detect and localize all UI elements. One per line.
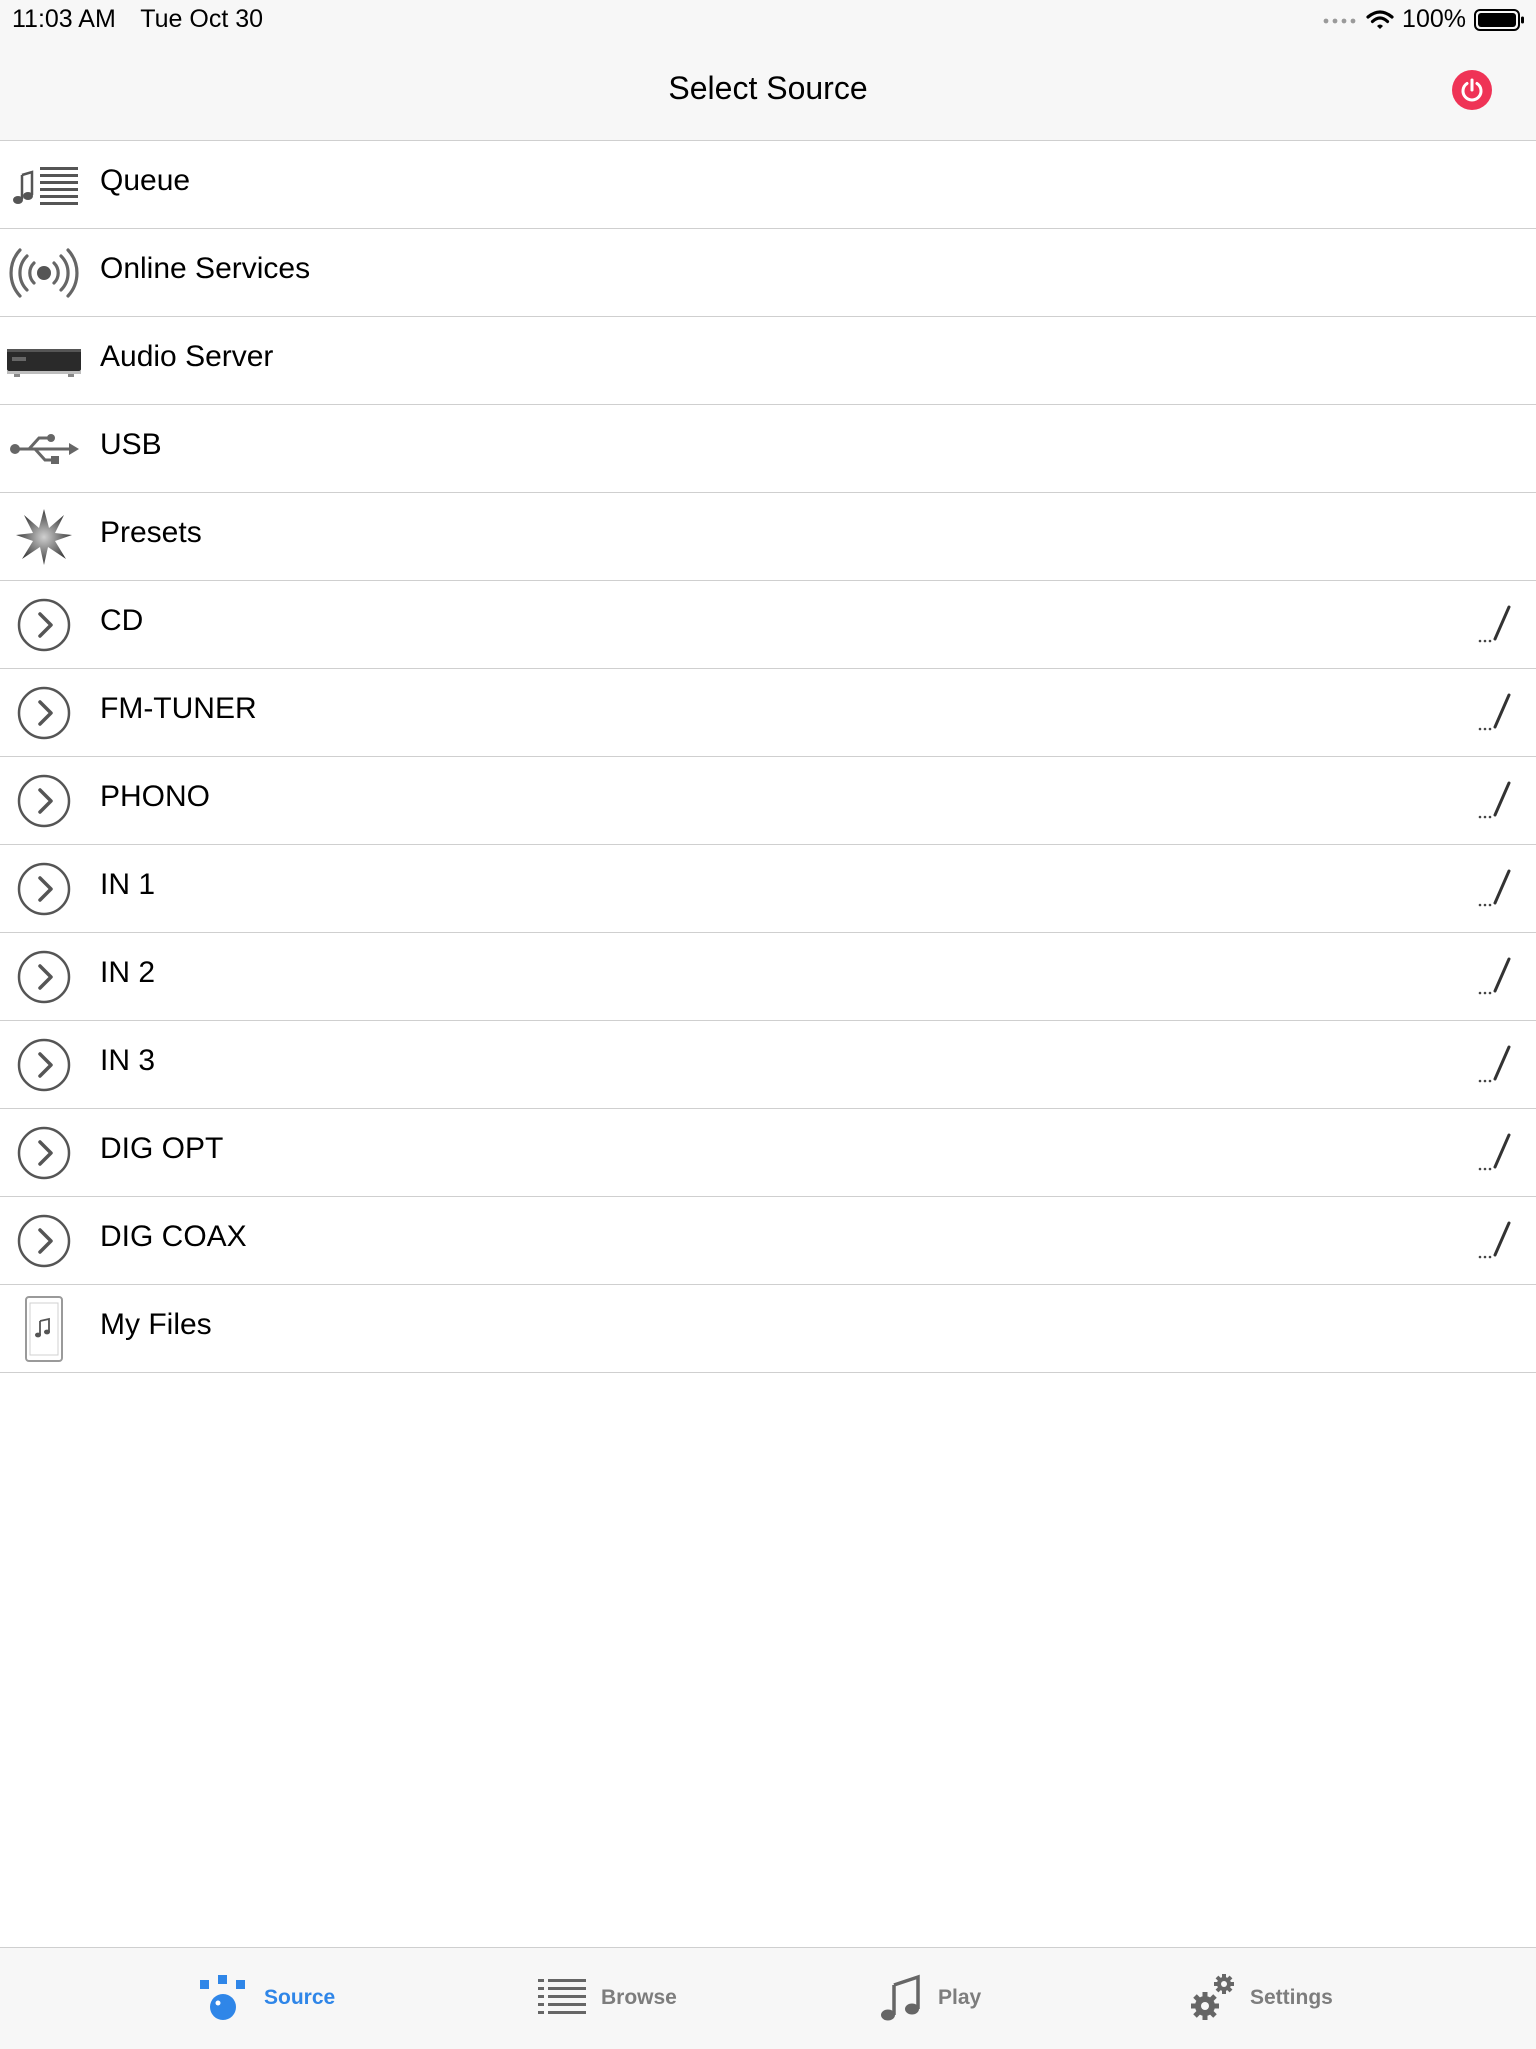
chevron-right-circle-icon — [6, 669, 82, 756]
source-label-usb: USB — [100, 428, 162, 461]
source-row-in-2[interactable]: IN 2 — [0, 933, 1536, 1021]
tab-label-browse: Browse — [601, 1986, 677, 2009]
source-label-cd: CD — [100, 604, 144, 637]
source-icon — [200, 1975, 245, 2020]
source-label-online-services: Online Services — [100, 252, 311, 285]
wifi-icon — [1366, 9, 1394, 29]
status-right: 100% — [1322, 5, 1526, 34]
source-row-dig-opt[interactable]: DIG OPT — [0, 1109, 1536, 1197]
status-time: 11:03 AM — [12, 5, 116, 33]
source-label-phono: PHONO — [100, 780, 211, 813]
source-label-dig-opt: DIG OPT — [100, 1132, 224, 1165]
source-list: Queue Online Services Audio Server USB P… — [0, 141, 1536, 1373]
tab-play[interactable]: Play — [880, 1970, 981, 2026]
nav-bar: Select Source — [0, 40, 1536, 141]
source-label-in-1: IN 1 — [100, 868, 156, 901]
power-icon — [1461, 78, 1483, 102]
source-label-in-2: IN 2 — [100, 956, 156, 989]
chevron-right-circle-icon — [6, 581, 82, 668]
source-label-in-3: IN 3 — [100, 1044, 156, 1077]
chevron-right-circle-icon — [6, 1109, 82, 1196]
tab-bar: Source Browse Play Settings — [0, 1947, 1536, 2049]
chevron-right-circle-icon — [6, 757, 82, 844]
music-note-icon — [881, 1974, 920, 2021]
edit-pencil-icon[interactable] — [1470, 775, 1516, 821]
tab-label-play: Play — [938, 1986, 982, 2009]
browse-list-icon — [538, 1979, 586, 2014]
source-row-cd[interactable]: CD — [0, 581, 1536, 669]
audio-server-icon — [6, 317, 82, 404]
star-burst-icon — [6, 493, 82, 580]
edit-pencil-icon[interactable] — [1470, 1215, 1516, 1261]
source-label-dig-coax: DIG COAX — [100, 1220, 247, 1253]
source-row-usb[interactable]: USB — [0, 405, 1536, 493]
signal-dots-icon — [1323, 18, 1356, 23]
tab-source[interactable]: Source — [198, 1970, 335, 2026]
source-label-fm-tuner: FM-TUNER — [100, 692, 257, 725]
status-bar: 11:03 AM Tue Oct 30 100% — [0, 0, 1536, 40]
queue-icon — [6, 141, 82, 228]
edit-pencil-icon[interactable] — [1470, 951, 1516, 997]
my-files-icon — [6, 1285, 82, 1372]
source-label-my-files: My Files — [100, 1308, 212, 1341]
source-row-my-files[interactable]: My Files — [0, 1285, 1536, 1373]
chevron-right-circle-icon — [6, 1197, 82, 1284]
source-row-fm-tuner[interactable]: FM-TUNER — [0, 669, 1536, 757]
source-label-audio-server: Audio Server — [100, 340, 274, 373]
edit-pencil-icon[interactable] — [1470, 687, 1516, 733]
source-row-in-3[interactable]: IN 3 — [0, 1021, 1536, 1109]
edit-pencil-icon[interactable] — [1470, 863, 1516, 909]
chevron-right-circle-icon — [6, 933, 82, 1020]
tab-settings[interactable]: Settings — [1188, 1970, 1333, 2026]
tab-browse[interactable]: Browse — [537, 1970, 677, 2026]
edit-pencil-icon[interactable] — [1470, 1039, 1516, 1085]
source-row-dig-coax[interactable]: DIG COAX — [0, 1197, 1536, 1285]
usb-icon — [6, 405, 82, 492]
status-left: 11:03 AM Tue Oct 30 — [12, 5, 281, 34]
source-row-phono[interactable]: PHONO — [0, 757, 1536, 845]
status-date: Tue Oct 30 — [140, 5, 264, 33]
broadcast-icon — [6, 229, 82, 316]
source-row-audio-server[interactable]: Audio Server — [0, 317, 1536, 405]
battery-icon — [1474, 8, 1524, 31]
source-row-presets[interactable]: Presets — [0, 493, 1536, 581]
chevron-right-circle-icon — [6, 1021, 82, 1108]
edit-pencil-icon[interactable] — [1470, 1127, 1516, 1173]
chevron-right-circle-icon — [6, 845, 82, 932]
tab-label-source: Source — [264, 1986, 336, 2009]
tab-label-settings: Settings — [1250, 1986, 1333, 2009]
source-row-queue[interactable]: Queue — [0, 141, 1536, 229]
power-button[interactable] — [1452, 70, 1492, 110]
gears-icon — [1191, 1974, 1234, 2020]
source-row-in-1[interactable]: IN 1 — [0, 845, 1536, 933]
source-label-queue: Queue — [100, 164, 191, 197]
edit-pencil-icon[interactable] — [1470, 599, 1516, 645]
source-label-presets: Presets — [100, 516, 202, 549]
source-row-online-services[interactable]: Online Services — [0, 229, 1536, 317]
page-title: Select Source — [668, 70, 868, 106]
battery-percent: 100% — [1402, 5, 1466, 33]
